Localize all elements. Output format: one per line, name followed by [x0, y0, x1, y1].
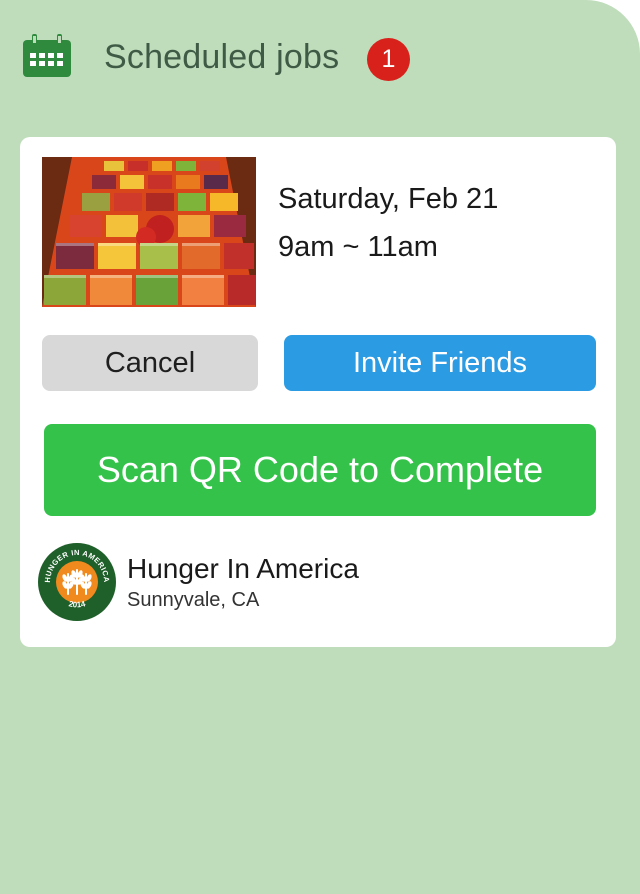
svg-text:2014: 2014 — [68, 599, 87, 609]
notification-badge: 1 — [367, 38, 410, 81]
header: Scheduled jobs 1 — [0, 0, 640, 120]
organization-name[interactable]: Hunger In America — [127, 553, 359, 585]
invite-friends-button[interactable]: Invite Friends — [284, 335, 596, 391]
organization-location: Sunnyvale, CA — [127, 589, 260, 611]
hunger-in-america-logo: HUNGER IN AMERICA 2014 — [38, 543, 116, 621]
app-screen: Scheduled jobs 1 Saturday, Feb 21 9am ~ … — [0, 0, 640, 894]
event-time: 9am ~ 11am — [278, 231, 438, 263]
cancel-button[interactable]: Cancel — [42, 335, 258, 391]
scan-qr-button[interactable]: Scan QR Code to Complete — [44, 424, 596, 516]
fruit-tray-photo — [42, 157, 256, 307]
calendar-icon[interactable] — [22, 34, 72, 78]
event-date: Saturday, Feb 21 — [278, 183, 499, 215]
page-title: Scheduled jobs — [104, 38, 340, 76]
job-card: Saturday, Feb 21 9am ~ 11am Cancel Invit… — [20, 137, 616, 647]
